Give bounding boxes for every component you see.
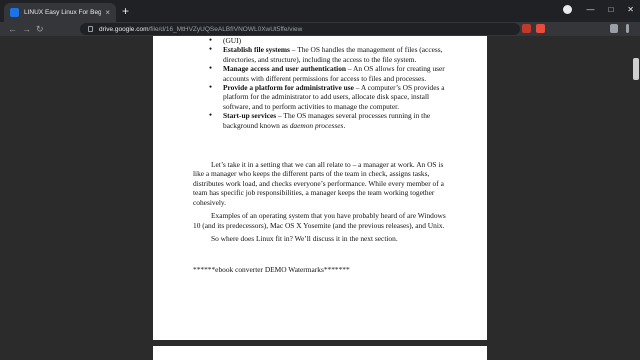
extension-badge-icon[interactable] [536, 24, 545, 33]
tab-title: LINUX Easy Linux For Beginners, [24, 9, 102, 16]
address-bar[interactable]: drive.google.com /file/d/16_MtHVZyUQSeAL… [80, 23, 520, 35]
paragraph-manager-analogy: Let’s take it in a setting that we can a… [193, 160, 444, 207]
menu-kebab-icon[interactable] [626, 24, 629, 33]
profile-icon[interactable] [563, 5, 573, 14]
new-tab-button[interactable]: + [122, 5, 129, 17]
list-item: Provide a platform for administrative us… [209, 83, 447, 111]
url-path: /file/d/16_MtHVZyUQSeALBfIVNOWL0XwUt5ffe… [148, 25, 303, 33]
document-page: (GUI) Establish file systems – The OS ha… [153, 36, 487, 340]
url-domain: drive.google.com [99, 25, 149, 33]
scroll-thumb[interactable] [633, 58, 639, 80]
close-window-icon[interactable]: ✕ [627, 5, 634, 14]
extensions-puzzle-icon[interactable] [610, 24, 618, 33]
list-item: Establish file systems – The OS handles … [209, 45, 447, 64]
document-viewer[interactable]: (GUI) Establish file systems – The OS ha… [0, 36, 640, 360]
window-controls: — □ ✕ [563, 5, 634, 14]
minimize-icon[interactable]: — [586, 5, 594, 14]
list-item: Start-up services – The OS manages sever… [209, 111, 447, 130]
scrollbar[interactable] [632, 36, 640, 360]
forward-button[interactable]: → [22, 23, 31, 35]
paragraph-linux-intro: So where does Linux fit in? We’ll discus… [211, 233, 398, 243]
browser-toolbar: ← → ↻ drive.google.com /file/d/16_MtHVZy… [0, 22, 640, 36]
os-functions-list: (GUI) Establish file systems – The OS ha… [193, 36, 487, 130]
lock-icon [88, 26, 93, 32]
browser-tab[interactable]: LINUX Easy Linux For Beginners, × [4, 3, 116, 22]
drive-favicon-icon [10, 8, 19, 17]
list-item-fragment: (GUI) [209, 36, 447, 46]
back-button[interactable]: ← [8, 23, 17, 35]
next-page [153, 346, 487, 360]
tab-close-icon[interactable]: × [105, 8, 110, 17]
paragraph-os-examples: Examples of an operating system that you… [193, 211, 446, 230]
watermark-text: ******ebook converter DEMO Watermarks***… [193, 265, 350, 275]
reload-button[interactable]: ↻ [36, 23, 44, 35]
extension-shield-icon[interactable] [522, 24, 531, 33]
maximize-icon[interactable]: □ [608, 5, 613, 14]
tab-strip: LINUX Easy Linux For Beginners, × + — □ … [0, 0, 640, 22]
list-item: Manage access and user authentication – … [209, 64, 447, 83]
